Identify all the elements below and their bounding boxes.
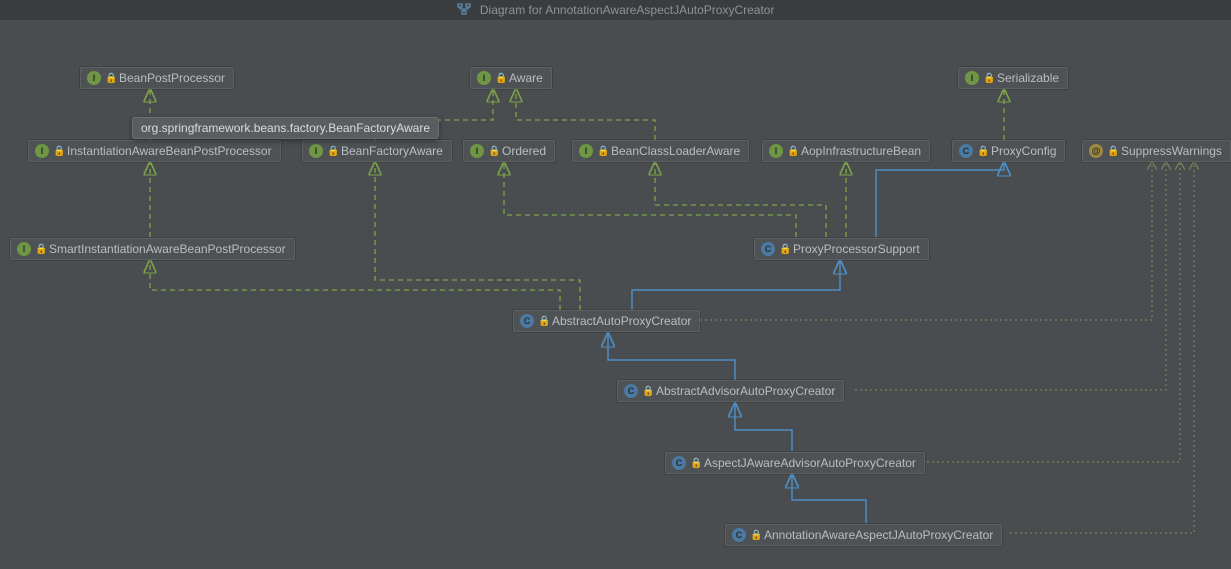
node-serializable[interactable]: I 🔒 Serializable	[958, 67, 1068, 89]
node-label: Aware	[509, 71, 543, 85]
lock-icon: 🔒	[495, 73, 505, 84]
node-label: AbstractAutoProxyCreator	[552, 314, 691, 328]
edges-layer	[0, 20, 1231, 569]
node-label: Serializable	[997, 71, 1059, 85]
annotation-icon: @	[1089, 144, 1103, 158]
node-label: AnnotationAwareAspectJAutoProxyCreator	[764, 528, 993, 542]
node-label: SmartInstantiationAwareBeanPostProcessor	[49, 242, 286, 256]
interface-icon: I	[17, 242, 31, 256]
node-label: BeanFactoryAware	[341, 144, 443, 158]
node-beanfactoryaware[interactable]: I 🔒 BeanFactoryAware	[302, 140, 452, 162]
lock-icon: 🔒	[35, 244, 45, 255]
node-beanpostprocessor[interactable]: I 🔒 BeanPostProcessor	[80, 67, 234, 89]
node-aspectjawareadvisorapc[interactable]: C 🔒 AspectJAwareAdvisorAutoProxyCreator	[665, 452, 925, 474]
node-proxyprocessorsupport[interactable]: C 🔒 ProxyProcessorSupport	[754, 238, 929, 260]
node-abstractadvisorapc[interactable]: C 🔒 AbstractAdvisorAutoProxyCreator	[617, 380, 844, 402]
class-icon: C	[520, 314, 534, 328]
lock-icon: 🔒	[488, 146, 498, 157]
interface-icon: I	[309, 144, 323, 158]
node-label: Ordered	[502, 144, 546, 158]
interface-icon: I	[579, 144, 593, 158]
tooltip: org.springframework.beans.factory.BeanFa…	[132, 117, 439, 139]
node-label: AopInfrastructureBean	[801, 144, 921, 158]
node-label: AbstractAdvisorAutoProxyCreator	[656, 384, 835, 398]
lock-icon: 🔒	[642, 386, 652, 397]
node-label: ProxyProcessorSupport	[793, 242, 920, 256]
window-title-text: Diagram for AnnotationAwareAspectJAutoPr…	[480, 3, 775, 17]
tooltip-text: org.springframework.beans.factory.BeanFa…	[141, 121, 430, 135]
lock-icon: 🔒	[983, 73, 993, 84]
lock-icon: 🔒	[538, 316, 548, 327]
node-label: BeanClassLoaderAware	[611, 144, 740, 158]
interface-icon: I	[470, 144, 484, 158]
lock-icon: 🔒	[787, 146, 797, 157]
lock-icon: 🔒	[750, 530, 760, 541]
lock-icon: 🔒	[105, 73, 115, 84]
node-label: InstantiationAwareBeanPostProcessor	[67, 144, 272, 158]
lock-icon: 🔒	[977, 146, 987, 157]
node-beanclassloaderaware[interactable]: I 🔒 BeanClassLoaderAware	[572, 140, 749, 162]
interface-icon: I	[477, 71, 491, 85]
node-label: ProxyConfig	[991, 144, 1056, 158]
node-proxyconfig[interactable]: C 🔒 ProxyConfig	[952, 140, 1065, 162]
lock-icon: 🔒	[53, 146, 63, 157]
diagram-canvas[interactable]: I 🔒 BeanPostProcessor I 🔒 Aware I 🔒 Seri…	[0, 20, 1231, 569]
node-label: SuppressWarnings	[1121, 144, 1222, 158]
node-suppresswarnings[interactable]: @ 🔒 SuppressWarnings	[1082, 140, 1231, 162]
class-icon: C	[624, 384, 638, 398]
node-aopinfrastructurebean[interactable]: I 🔒 AopInfrastructureBean	[762, 140, 930, 162]
interface-icon: I	[965, 71, 979, 85]
diagram-icon	[457, 1, 471, 21]
class-icon: C	[732, 528, 746, 542]
lock-icon: 🔒	[327, 146, 337, 157]
lock-icon: 🔒	[1107, 146, 1117, 157]
node-label: BeanPostProcessor	[119, 71, 225, 85]
node-instantiationawarebpp[interactable]: I 🔒 InstantiationAwareBeanPostProcessor	[28, 140, 281, 162]
node-abstractautoproxycreator[interactable]: C 🔒 AbstractAutoProxyCreator	[513, 310, 700, 332]
lock-icon: 🔒	[690, 458, 700, 469]
interface-icon: I	[87, 71, 101, 85]
window-title: Diagram for AnnotationAwareAspectJAutoPr…	[0, 0, 1231, 21]
interface-icon: I	[35, 144, 49, 158]
lock-icon: 🔒	[779, 244, 789, 255]
class-icon: C	[672, 456, 686, 470]
interface-icon: I	[769, 144, 783, 158]
node-annotationawareaspectjapc[interactable]: C 🔒 AnnotationAwareAspectJAutoProxyCreat…	[725, 524, 1002, 546]
lock-icon: 🔒	[597, 146, 607, 157]
class-icon: C	[761, 242, 775, 256]
node-ordered[interactable]: I 🔒 Ordered	[463, 140, 555, 162]
node-aware[interactable]: I 🔒 Aware	[470, 67, 552, 89]
node-label: AspectJAwareAdvisorAutoProxyCreator	[704, 456, 916, 470]
class-icon: C	[959, 144, 973, 158]
node-smartinstbpp[interactable]: I 🔒 SmartInstantiationAwareBeanPostProce…	[10, 238, 295, 260]
